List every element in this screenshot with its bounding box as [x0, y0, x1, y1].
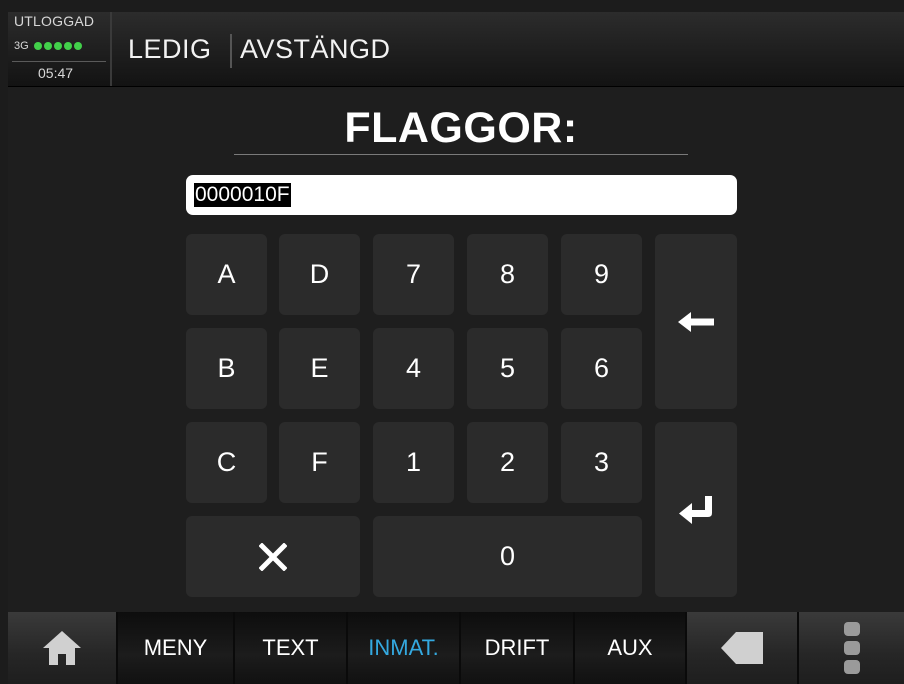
key-e[interactable]: E	[279, 328, 360, 409]
key-0[interactable]: 0	[373, 516, 642, 597]
back-button[interactable]	[687, 612, 799, 684]
key-5[interactable]: 5	[467, 328, 548, 409]
clear-button[interactable]	[186, 516, 360, 597]
status-separator	[12, 61, 106, 62]
key-1[interactable]: 1	[373, 422, 454, 503]
nav-text[interactable]: TEXT	[235, 612, 348, 684]
state-ledig: LEDIG	[128, 34, 212, 64]
flags-input[interactable]: 0000010F	[186, 175, 737, 215]
nav-aux[interactable]: AUX	[575, 612, 687, 684]
header-bar: UTLOGGAD 3G 05:47 LEDIG AVSTÄNGD	[8, 12, 904, 87]
app-frame: UTLOGGAD 3G 05:47 LEDIG AVSTÄNGD FLAGGOR…	[8, 12, 904, 684]
key-7[interactable]: 7	[373, 234, 454, 315]
key-9[interactable]: 9	[561, 234, 642, 315]
backspace-button[interactable]	[655, 234, 737, 409]
status-panel: UTLOGGAD 3G 05:47	[8, 12, 112, 86]
nav-meny[interactable]: MENY	[118, 612, 235, 684]
login-status: UTLOGGAD	[14, 13, 95, 29]
key-b[interactable]: B	[186, 328, 267, 409]
enter-return-icon	[679, 495, 712, 524]
key-f[interactable]: F	[279, 422, 360, 503]
title-underline	[234, 154, 688, 155]
x-icon	[259, 542, 287, 571]
state-avstangd: AVSTÄNGD	[240, 34, 391, 64]
key-d[interactable]: D	[279, 234, 360, 315]
key-a[interactable]: A	[186, 234, 267, 315]
nav-drift[interactable]: DRIFT	[461, 612, 575, 684]
home-button[interactable]	[8, 612, 118, 684]
key-2[interactable]: 2	[467, 422, 548, 503]
backspace-arrow-icon	[678, 311, 714, 332]
key-6[interactable]: 6	[561, 328, 642, 409]
clock-time: 05:47	[38, 65, 74, 81]
back-icon	[721, 632, 763, 664]
page-title: FLAGGOR:	[344, 104, 578, 152]
key-c[interactable]: C	[186, 422, 267, 503]
network-type: 3G	[14, 40, 29, 52]
more-icon	[843, 622, 860, 674]
key-8[interactable]: 8	[467, 234, 548, 315]
enter-button[interactable]	[655, 422, 737, 597]
flags-input-value: 0000010F	[194, 183, 291, 207]
signal-indicator: 3G	[14, 40, 82, 52]
state-divider	[230, 34, 232, 68]
more-button[interactable]	[799, 612, 904, 684]
signal-strength-icon	[33, 42, 82, 50]
bottom-nav-bar: MENY TEXT INMAT. DRIFT AUX	[8, 612, 904, 684]
home-icon	[43, 631, 81, 665]
key-4[interactable]: 4	[373, 328, 454, 409]
key-3[interactable]: 3	[561, 422, 642, 503]
nav-inmat[interactable]: INMAT.	[348, 612, 461, 684]
